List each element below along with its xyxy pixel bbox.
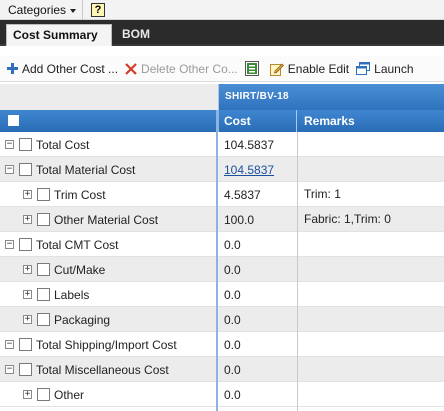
style-group-header: SHIRT/BV-18 — [218, 84, 444, 110]
row-checkbox[interactable] — [19, 163, 32, 176]
cost-value-link[interactable]: 104.5837 — [224, 157, 274, 182]
column-header-remarks[interactable]: Remarks — [298, 110, 355, 132]
remarks-value: Fabric: 1,Trim: 0 — [304, 212, 391, 226]
delete-other-cost-label: Delete Other Co... — [141, 61, 238, 76]
cost-summary-grid: − Total Cost 104.5837 − Total Material C… — [0, 132, 444, 407]
delete-other-cost-button[interactable]: Delete Other Co... — [125, 62, 238, 76]
expand-icon[interactable]: + — [23, 190, 32, 199]
row-checkbox[interactable] — [19, 338, 32, 351]
pencil-icon — [269, 62, 284, 76]
cost-value: 104.5837 — [224, 138, 275, 152]
cost-value: 0.0 — [224, 363, 241, 377]
table-row[interactable]: − Total CMT Cost 0.0 — [0, 232, 444, 257]
row-label: Total CMT Cost — [36, 237, 119, 252]
row-checkbox[interactable] — [19, 138, 32, 151]
row-label: Trim Cost — [54, 187, 106, 202]
row-label: Cut/Make — [54, 262, 106, 277]
categories-menu[interactable]: Categories — [0, 0, 84, 20]
collapse-icon[interactable]: − — [5, 340, 14, 349]
column-header-row: Cost Remarks — [0, 110, 444, 132]
expand-icon[interactable]: + — [23, 390, 32, 399]
column-divider — [216, 132, 218, 411]
row-checkbox[interactable] — [37, 313, 50, 326]
row-checkbox[interactable] — [19, 238, 32, 251]
row-checkbox[interactable] — [37, 213, 50, 226]
table-row[interactable]: + Trim Cost 4.5837 Trim: 1 — [0, 182, 444, 207]
cost-value: 0.0 — [224, 263, 241, 277]
tab-cost-summary[interactable]: Cost Summary — [6, 24, 112, 46]
tab-bom[interactable]: BOM — [116, 24, 156, 46]
expand-icon[interactable]: + — [23, 315, 32, 324]
help-icon[interactable]: ? — [91, 2, 106, 17]
row-label: Total Miscellaneous Cost — [36, 362, 169, 377]
row-checkbox[interactable] — [19, 363, 32, 376]
enable-edit-label: Enable Edit — [287, 61, 350, 76]
export-button[interactable] — [244, 61, 263, 76]
row-label: Other — [54, 387, 85, 402]
table-row[interactable]: − Total Shipping/Import Cost 0.0 — [0, 332, 444, 357]
expand-icon[interactable]: + — [23, 215, 32, 224]
remarks-value: Trim: 1 — [304, 187, 341, 201]
window-icon — [356, 62, 371, 75]
table-row[interactable]: + Labels 0.0 — [0, 282, 444, 307]
table-row[interactable]: − Total Cost 104.5837 — [0, 132, 444, 157]
column-header-cost[interactable]: Cost — [218, 110, 251, 132]
collapse-icon[interactable]: − — [5, 240, 14, 249]
table-row[interactable]: + Cut/Make 0.0 — [0, 257, 444, 282]
expand-icon[interactable]: + — [23, 290, 32, 299]
cost-value: 0.0 — [224, 288, 241, 302]
menubar: Categories ? — [0, 0, 444, 20]
enable-edit-button[interactable]: Enable Edit — [269, 61, 350, 76]
cost-value: 0.0 — [224, 388, 241, 402]
cost-value: 0.0 — [224, 238, 241, 252]
row-checkbox[interactable] — [37, 263, 50, 276]
cost-value: 4.5837 — [224, 188, 261, 202]
column-divider — [296, 110, 297, 132]
delete-x-icon — [125, 62, 137, 75]
row-label: Packaging — [54, 312, 111, 327]
launch-button[interactable]: Launch — [356, 61, 414, 76]
row-checkbox[interactable] — [37, 388, 50, 401]
row-label: Other Material Cost — [54, 212, 159, 227]
cost-value: 100.0 — [224, 213, 255, 227]
categories-menu-label: Categories — [8, 2, 67, 17]
collapse-icon[interactable]: − — [5, 165, 14, 174]
collapse-icon[interactable]: − — [5, 140, 14, 149]
row-label: Labels — [54, 287, 90, 302]
row-checkbox[interactable] — [37, 288, 50, 301]
expand-icon[interactable]: + — [23, 265, 32, 274]
table-row[interactable]: − Total Miscellaneous Cost 0.0 — [0, 357, 444, 382]
row-label: Total Cost — [36, 137, 90, 152]
cost-value: 0.0 — [224, 313, 241, 327]
collapse-icon[interactable]: − — [5, 365, 14, 374]
row-checkbox[interactable] — [37, 188, 50, 201]
column-divider — [297, 132, 298, 411]
plus-icon — [7, 63, 18, 74]
table-row[interactable]: + Other 0.0 — [0, 382, 444, 407]
add-other-cost-label: Add Other Cost ... — [22, 61, 119, 76]
spreadsheet-icon — [244, 61, 259, 76]
table-row[interactable]: − Total Material Cost 104.5837 — [0, 157, 444, 182]
add-other-cost-button[interactable]: Add Other Cost ... — [7, 62, 118, 76]
chevron-down-icon — [70, 8, 77, 13]
table-row[interactable]: + Other Material Cost 100.0 Fabric: 1,Tr… — [0, 207, 444, 232]
row-label: Total Material Cost — [36, 162, 136, 177]
row-label: Total Shipping/Import Cost — [36, 337, 177, 352]
toolbar: Add Other Cost ... Delete Other Co... En… — [0, 56, 444, 82]
select-all-checkbox[interactable] — [8, 115, 19, 126]
cost-value: 0.0 — [224, 338, 241, 352]
tab-bar: Cost Summary BOM — [0, 20, 444, 46]
launch-label: Launch — [374, 61, 414, 76]
table-row[interactable]: + Packaging 0.0 — [0, 307, 444, 332]
